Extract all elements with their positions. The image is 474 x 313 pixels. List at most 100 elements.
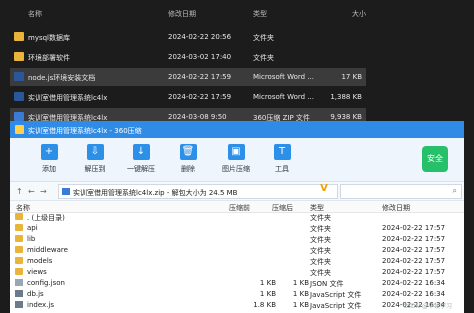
file-name: lib (27, 235, 36, 243)
file-modified: 2024-02-22 17:57 (382, 235, 446, 243)
toolbar-label: 添加 (42, 165, 56, 173)
file-explorer: 名称 修改日期 类型 大小 mysql数据库 2024-02-22 20:56 文件… (0, 0, 474, 126)
file-type: Microsoft Word ... (253, 73, 314, 81)
zip-icon (14, 112, 24, 121)
header-name[interactable]: 名称 (28, 9, 42, 21)
file-type: JavaScript 文件 (310, 302, 362, 310)
file-date: 2024-02-22 17:59 (168, 73, 232, 81)
file-packed: 1.8 KB (253, 301, 276, 309)
file-size: 1,388 KB (330, 93, 362, 101)
one-click-extract-icon: ↓ (132, 144, 150, 160)
zip-title: 实训室借用管理系统lc4lx - 360压缩 (28, 127, 142, 135)
toolbar-button-add[interactable]: + 添加 (26, 144, 72, 178)
file-modified: 2024-02-22 17:57 (382, 257, 446, 265)
zip-app-icon (15, 125, 24, 134)
explorer-row[interactable]: mysql数据库 2024-02-22 20:56 文件夹 (10, 28, 366, 46)
file-row[interactable]: models 文件夹 2024-02-22 17:57 (10, 256, 464, 266)
file-icon (15, 301, 23, 308)
file-packed: 1 KB (259, 290, 276, 298)
toolbar-label: 图片压缩 (222, 165, 250, 173)
file-type: 文件夹 (310, 214, 331, 222)
folder-icon (15, 268, 23, 275)
folder-icon (15, 224, 23, 231)
folder-icon (14, 32, 24, 41)
file-type: JavaScript 文件 (310, 291, 362, 299)
file-type: JSON 文件 (310, 280, 344, 288)
file-row[interactable]: views 文件夹 2024-02-22 17:57 (10, 267, 464, 277)
file-type: 文件夹 (310, 269, 331, 277)
toolbar-label: 一键解压 (127, 165, 155, 173)
header-size[interactable]: 大小 (352, 9, 366, 21)
file-date: 2024-03-02 17:40 (168, 53, 232, 61)
word-icon (14, 92, 24, 101)
up-arrow-icon[interactable]: ↑ (16, 187, 23, 196)
extract-icon: ⇩ (86, 144, 104, 160)
file-name: 实训室借用管理系统lc4lx (28, 94, 108, 102)
toolbar-button-delete[interactable]: 🗑 删除 (165, 144, 211, 178)
file-row[interactable]: middleware 文件夹 2024-02-22 17:57 (10, 245, 464, 255)
file-name: index.js (27, 301, 54, 309)
file-row[interactable]: index.js 1.8 KB 1 KB JavaScript 文件 2024-02-2… (10, 300, 464, 310)
file-compressed: 1 KB (292, 290, 309, 298)
file-date: 2024-02-22 17:59 (168, 93, 232, 101)
explorer-row[interactable]: 实训室借用管理系统lc4lx 2024-02-22 17:59 Microsoft … (10, 88, 366, 106)
file-type: Microsoft Word ... (253, 93, 314, 101)
file-modified: 2024-02-22 17:57 (382, 246, 446, 254)
file-packed: 1 KB (259, 279, 276, 287)
file-row[interactable]: . (上级目录) 文件夹 (10, 212, 464, 222)
back-icon[interactable]: ← (28, 187, 35, 196)
header-date[interactable]: 修改日期 (168, 9, 196, 21)
forward-icon[interactable]: → (40, 187, 47, 196)
header-type[interactable]: 类型 (253, 9, 267, 21)
file-name: 环境部署软件 (28, 54, 70, 62)
file-compressed: 1 KB (292, 301, 309, 309)
file-row[interactable]: db.js 1 KB 1 KB JavaScript 文件 2024-02-22 16:… (10, 289, 464, 299)
file-modified: 2024-02-22 16:34 (382, 279, 446, 287)
zip-file-icon (62, 188, 70, 195)
word-icon (14, 72, 24, 81)
folder-icon (15, 235, 23, 242)
toolbar-label: 解压到 (84, 165, 106, 173)
address-bar: ↑ ← → 实训室借用管理系统lc4lx.zip - 解包大小为 24.5 MB… (10, 182, 464, 201)
zip-titlebar[interactable]: 实训室借用管理系统lc4lx - 360压缩 (10, 121, 464, 138)
file-size: 17 KB (341, 73, 362, 81)
search-field[interactable]: ⌕ (340, 184, 462, 199)
file-name: mysql数据库 (28, 34, 70, 42)
file-row[interactable]: lib 文件夹 2024-02-22 17:57 (10, 234, 464, 244)
zip-toolbar: + 添加 ⇩ 解压到 ↓ 一键解压 🗑 删除 ▣ 图片压缩 T 工具 安全 (10, 138, 464, 182)
search-icon: ⌕ (452, 186, 457, 195)
address-text: 实训室借用管理系统lc4lx.zip - 解包大小为 24.5 MB (73, 189, 238, 197)
file-type: 文件夹 (310, 236, 331, 244)
file-date: 2024-03-08 9:50 (168, 113, 227, 121)
safe-button[interactable]: 安全 (422, 146, 448, 172)
address-field[interactable]: 实训室借用管理系统lc4lx.zip - 解包大小为 24.5 MB (58, 184, 338, 199)
virus-scan-icon[interactable]: V (318, 183, 330, 195)
file-date: 2024-02-22 20:56 (168, 33, 232, 41)
file-modified: 2024-02-22 17:57 (382, 224, 446, 232)
toolbar-label: 删除 (181, 165, 195, 173)
zip-window: 实训室借用管理系统lc4lx - 360压缩 + 添加 ⇩ 解压到 ↓ 一键解压 🗑 删除 ▣ 图… (10, 121, 464, 313)
toolbar-button-image-tool[interactable]: ▣ 图片压缩 (213, 144, 259, 178)
file-compressed: 1 KB (292, 279, 309, 287)
file-size: 9,938 KB (330, 113, 362, 121)
toolbar-button-one-click-extract[interactable]: ↓ 一键解压 (118, 144, 164, 178)
add-icon: + (40, 144, 58, 160)
explorer-row[interactable]: node.js环境安装文档 2024-02-22 17:59 Microsoft W… (10, 68, 366, 86)
toolbar-button-extract[interactable]: ⇩ 解压到 (72, 144, 118, 178)
folder-icon (15, 257, 23, 264)
file-row[interactable]: config.json 1 KB 1 KB JSON 文件 2024-02-22 16:… (10, 278, 464, 288)
file-name: models (27, 257, 53, 265)
file-row[interactable]: api 文件夹 2024-02-22 17:57 (10, 223, 464, 233)
toolbar-button-tools[interactable]: T 工具 (259, 144, 305, 178)
file-name: config.json (27, 279, 65, 287)
file-name: db.js (27, 290, 44, 298)
folder-icon (14, 52, 24, 61)
file-icon (15, 279, 23, 286)
folder-icon (15, 246, 23, 253)
file-modified: 2024-02-22 17:57 (382, 268, 446, 276)
file-name: node.js环境安装文档 (28, 74, 96, 82)
toolbar-label: 工具 (275, 165, 289, 173)
file-name: views (27, 268, 47, 276)
explorer-row[interactable]: 环境部署软件 2024-03-02 17:40 文件夹 (10, 48, 366, 66)
file-name: api (27, 224, 38, 232)
